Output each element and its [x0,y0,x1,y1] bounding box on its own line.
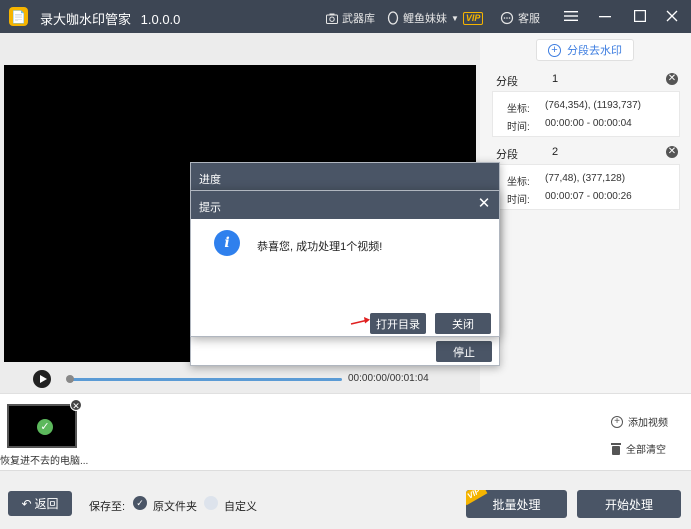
username: 鲤鱼妹妹 [403,13,447,25]
user-menu[interactable]: 鲤鱼妹妹 ▼ VIP [387,10,484,26]
remove-video-button[interactable]: ✕ [70,399,82,411]
menu-button[interactable] [563,8,579,24]
arsenal-button[interactable]: 武器库 [326,10,375,26]
close-icon: ✕ [72,401,80,411]
add-video-button[interactable]: + 添加视频 [611,414,668,429]
minimize-button[interactable] [597,8,613,24]
stop-button[interactable]: 停止 [436,341,492,362]
open-directory-button[interactable]: 打开目录 [370,313,426,334]
penguin-icon [387,11,399,25]
prompt-dialog-title: 提示 [191,191,499,219]
plus-icon: + [548,43,561,57]
vip-corner-badge: VIP [466,490,488,506]
close-icon: ✕ [667,146,677,157]
add-icon: + [611,415,623,428]
add-segment-button[interactable]: + 分段去水印 [536,39,634,61]
close-window-button[interactable] [664,8,680,24]
play-button[interactable] [33,370,51,388]
add-segment-label: 分段去水印 [567,45,622,57]
video-thumbnail[interactable]: ✓ [7,404,77,448]
prompt-dialog: 提示 ✕ i 恭喜您, 成功处理1个视频! 打开目录 关闭 [190,190,500,337]
start-process-button[interactable]: 开始处理 [577,490,681,518]
hamburger-icon [564,11,578,21]
segment-details: 坐标: (764,354), (1193,737) 时间: 00:00:00 -… [492,91,680,137]
app-version: 1.0.0.0 [140,12,181,27]
coord-label: 坐标: [507,177,530,188]
bottom-bar: ↶ 返回 保存至: ✓ 原文件夹 自定义 VIP 批量处理 开始处理 [0,470,691,529]
add-video-label: 添加视频 [628,418,668,429]
video-name: 恢复进不去的电脑... [0,456,89,467]
chat-bubble-icon [500,11,514,24]
close-icon [666,10,678,22]
back-label: 返回 [34,497,59,511]
dialog-close-button[interactable]: ✕ [476,196,492,212]
close-dialog-button[interactable]: 关闭 [435,313,491,334]
prompt-message: 恭喜您, 成功处理1个视频! [257,241,383,253]
customer-service-button[interactable]: 客服 [500,10,540,26]
option-custom-label: 自定义 [224,501,257,513]
back-button[interactable]: ↶ 返回 [8,491,72,516]
time-value: 00:00:00 - 00:00:04 [545,118,632,129]
app-title: 录大咖水印管家 1.0.0.0 [40,9,180,28]
clear-all-label: 全部清空 [626,445,666,456]
open-dir-label: 打开目录 [376,318,420,331]
segment-header: 分段 [496,149,518,161]
start-label: 开始处理 [604,497,653,512]
chevron-down-icon: ▼ [451,13,459,23]
app-logo-icon: 📄 [9,7,28,26]
remove-segment-button[interactable]: ✕ [666,73,678,85]
service-label: 客服 [518,13,540,25]
time-value: 00:00:07 - 00:00:26 [545,191,632,202]
progress-slider[interactable] [70,378,342,381]
radio-custom-folder[interactable] [204,496,218,510]
segment-header: 分段 [496,76,518,88]
segment-index: 2 [552,146,559,158]
red-arrow-icon [350,317,370,325]
title-bar: 📄 录大咖水印管家 1.0.0.0 武器库 鲤鱼妹妹 ▼ VIP 客服 [0,0,691,33]
vip-badge: VIP [462,11,484,25]
playback-controls: 00:00:00/00:01:04 [0,366,480,393]
progress-handle[interactable] [66,375,74,383]
arsenal-label: 武器库 [342,13,375,25]
coord-value: (764,354), (1193,737) [545,100,641,111]
save-to-label: 保存至: [89,501,126,513]
info-icon: i [214,230,240,256]
play-icon [39,375,47,383]
stop-label: 停止 [453,346,475,359]
batch-process-button[interactable]: VIP 批量处理 [466,490,567,518]
minimize-icon [599,16,611,18]
time-label: 时间: [507,122,530,133]
close-icon: ✕ [667,73,677,84]
close-label: 关闭 [452,318,474,331]
remove-segment-button[interactable]: ✕ [666,146,678,158]
camera-icon [326,13,338,24]
time-label: 时间: [507,195,530,206]
maximize-button[interactable] [632,8,648,24]
segments-panel: + 分段去水印 分段 1 ✕ 坐标: (764,354), (1193,737)… [480,33,691,393]
close-icon: ✕ [477,195,491,212]
segment-details: 坐标: (77,48), (377,128) 时间: 00:00:07 - 00… [492,164,680,210]
coord-value: (77,48), (377,128) [545,173,626,184]
check-icon: ✓ [37,419,53,435]
progress-dialog-title: 进度 [191,163,499,191]
video-list: ✓ ✕ 恢复进不去的电脑... + 添加视频 全部清空 [0,393,691,470]
clear-all-button[interactable]: 全部清空 [611,441,666,456]
radio-original-folder[interactable]: ✓ [133,496,147,510]
app-name: 录大咖水印管家 [40,12,132,27]
option-original-label: 原文件夹 [153,501,197,513]
maximize-icon [634,10,646,22]
batch-label: 批量处理 [492,497,541,512]
trash-icon [611,442,621,455]
back-arrow-icon: ↶ [21,496,32,511]
coord-label: 坐标: [507,104,530,115]
time-display: 00:00:00/00:01:04 [348,373,429,384]
segment-index: 1 [552,73,559,85]
